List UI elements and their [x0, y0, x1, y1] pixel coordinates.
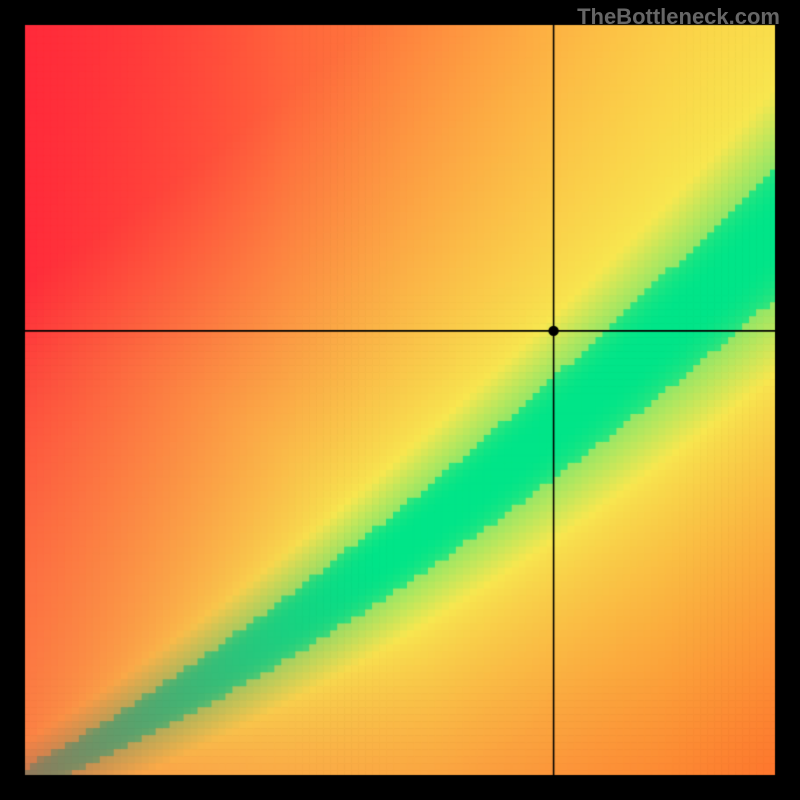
chart-container: TheBottleneck.com: [0, 0, 800, 800]
watermark-text: TheBottleneck.com: [577, 4, 780, 30]
heatmap-canvas: [0, 0, 800, 800]
